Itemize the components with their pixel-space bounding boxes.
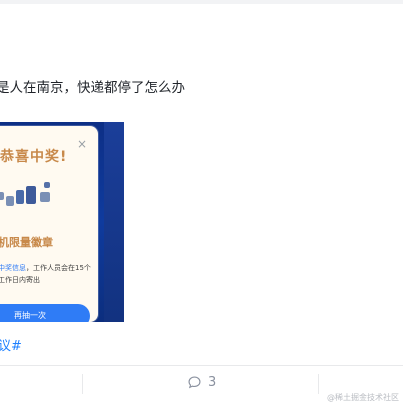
topic-hashtag-link[interactable]: 议# [0,335,22,354]
prize-items-icon [0,182,62,210]
action-divider [318,374,319,394]
close-icon[interactable]: × [76,138,88,150]
comment-button[interactable]: 3 [187,375,216,390]
desc-highlight: 中奖信息 [0,264,26,272]
comment-icon [188,376,201,389]
watermark: @稀土掘金技术社区 [327,393,399,402]
prize-popup: × 恭喜中奖! 机限量徽章 中奖信息，工作人员会在15个工作日内寄出 再抽一次 [0,126,98,322]
post-text: 是人在南京，快递都停了怎么办 [0,80,185,96]
post-image[interactable]: × 恭喜中奖! 机限量徽章 中奖信息，工作人员会在15个工作日内寄出 再抽一次 [0,122,124,322]
action-divider [82,374,83,394]
top-separator [0,0,403,4]
image-background-strip [104,122,124,322]
draw-again-button[interactable]: 再抽一次 [0,304,90,322]
prize-name: 机限量徽章 [0,236,53,249]
comment-count: 3 [208,375,217,390]
popup-title: 恭喜中奖! [0,149,68,165]
popup-description: 中奖信息，工作人员会在15个工作日内寄出 [0,262,94,286]
